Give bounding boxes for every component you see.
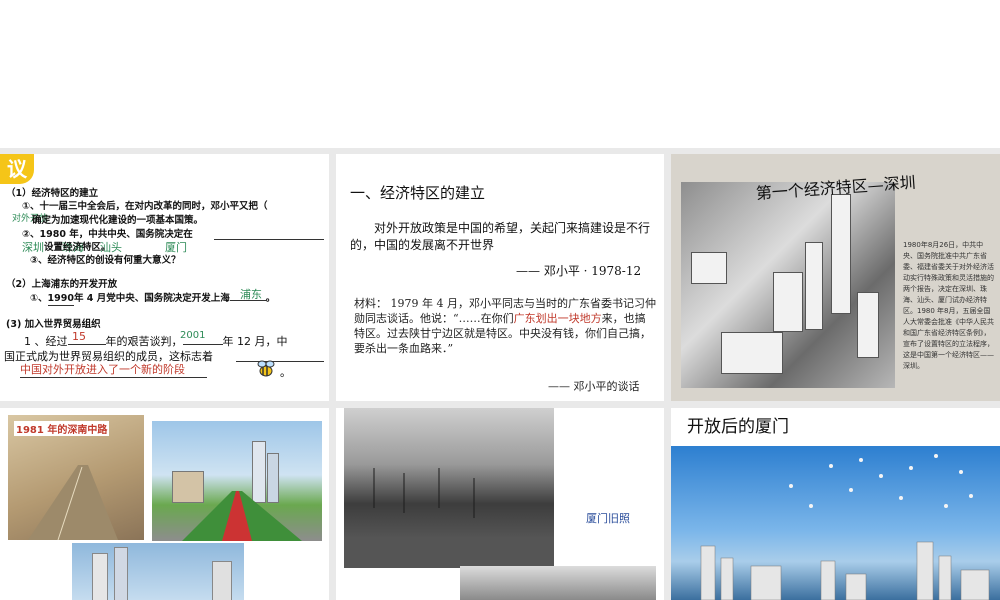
material-source: —— 邓小平的谈话	[548, 380, 640, 393]
slide-thumbnail-2[interactable]: 一、经济特区的建立 对外开放政策是中国的希望，关起门来搞建设是不行的，中国的发展…	[336, 154, 664, 401]
question-4-year: 1990	[47, 293, 74, 306]
slide-6-title: 开放后的厦门	[687, 417, 789, 437]
old-city-photo	[460, 566, 656, 600]
question-5-text: 1 、经过 年的艰苦谈判， 年 12 月，中	[24, 333, 288, 349]
answer-city-4: 厦门	[165, 241, 187, 254]
section-1-title: （1）经济特区的建立	[6, 188, 99, 199]
blank-line	[214, 239, 324, 240]
deng-quote: 对外开放政策是中国的希望，关起门来搞建设是不行的，中国的发展离不开世界	[350, 221, 651, 252]
question-5-mid: 年的艰苦谈判，	[105, 335, 183, 348]
answer-year-2001: 2001	[180, 330, 206, 341]
answer-city-1: 深圳	[22, 241, 44, 254]
answer-new-stage: 中国对外开放进入了一个新的阶段	[20, 361, 207, 378]
section-3-title: (3) 加入世界贸易组织	[6, 319, 101, 330]
birds-and-buildings	[700, 454, 990, 600]
question-4-prefix: ①、	[30, 293, 48, 304]
road-illustration	[28, 465, 118, 540]
old-harbor-photo	[344, 408, 554, 568]
slide-5-caption: 厦门旧照	[586, 512, 630, 525]
answer-pudong: 浦东	[240, 288, 262, 301]
blank-line	[236, 361, 324, 362]
material-text: 材料： 1979 年 4 月，邓小平同志与当时的广东省委书记习仲勋同志谈话。他说…	[354, 296, 656, 356]
bee-icon	[256, 360, 276, 378]
modern-road-photo	[152, 421, 322, 541]
old-road-photo: 1981 年的深南中路	[8, 415, 144, 540]
skyline-photo	[72, 543, 244, 600]
deng-quote-source: —— 邓小平 · 1978-12	[516, 264, 642, 278]
logo-text: 议	[7, 157, 27, 181]
slide-3-note: 1980年8月26日，中共中央、国务院批准中共广东省委、福建省委关于对外经济活动…	[903, 241, 994, 370]
slide-thumbnail-4[interactable]: 1981 年的深南中路	[0, 408, 329, 600]
question-2-text-b: 设置经济特区。	[44, 242, 111, 253]
question-4-body: 年 4 月党中央、国务院决定开发上海	[74, 293, 230, 304]
photo-caption: 1981 年的深南中路	[14, 421, 110, 436]
material-highlight: 广东划出一块地方	[513, 312, 602, 325]
question-4-text: ①、1990年 4 月党中央、国务院决定开发上海。	[30, 293, 276, 306]
question-1-text: ①、十一届三中全会后，在对内改革的同时，邓小平又把（	[22, 201, 268, 212]
section-2-title: （2）上海浦东的开发开放	[6, 279, 118, 290]
question-3-text: ③、经济特区的创设有何重大意义？	[30, 255, 181, 266]
slide-2-title: 一、经济特区的建立	[350, 184, 486, 202]
question-1-text-b: 确定为加速现代化建设的一项基本国策。	[32, 215, 204, 226]
xiamen-skyline-photo	[671, 446, 1000, 600]
slide-thumbnail-5[interactable]: 厦门旧照	[336, 408, 664, 600]
answer-years: 15	[72, 330, 86, 343]
slide-thumbnail-6[interactable]: 开放后的厦门	[671, 408, 1000, 600]
slide-thumbnail-3[interactable]: 第一个经济特区—深圳 1980年8月26日，中共中央、国务院批准中共广东省委、福…	[671, 154, 1000, 401]
question-5-post: 年 12 月，中	[222, 335, 288, 348]
slide-thumbnail-1[interactable]: 议 （1）经济特区的建立 ①、十一届三中全会后，在对内改革的同时，邓小平又把（ …	[0, 154, 329, 401]
question-5-prefix: 1 、经过	[24, 335, 68, 348]
logo-badge: 议	[0, 154, 34, 184]
shenzhen-aerial-photo	[681, 182, 895, 388]
